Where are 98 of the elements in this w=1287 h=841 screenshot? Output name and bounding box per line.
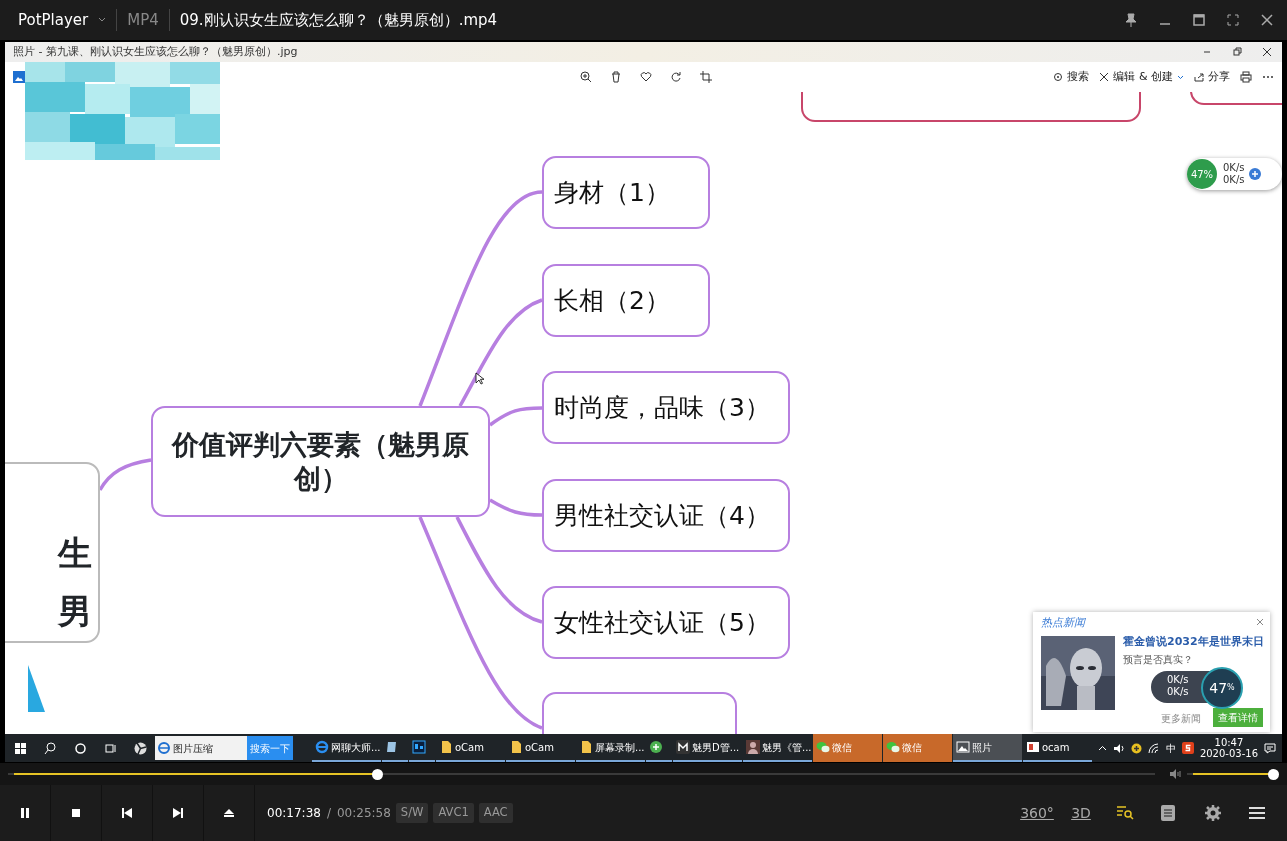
menu-icon[interactable] (1248, 804, 1266, 822)
mountain-image-icon (956, 740, 970, 754)
notification-icon[interactable] (1264, 742, 1276, 754)
next-icon[interactable] (172, 807, 184, 819)
photos-app-icon (13, 71, 25, 83)
mind-map-node: 长相（2） (542, 264, 710, 337)
add-icon[interactable] (1248, 168, 1261, 180)
add-circle-icon (649, 740, 663, 754)
codec-label: AAC (478, 803, 513, 823)
current-time: 00:17:38 (267, 805, 321, 822)
crop-icon[interactable] (700, 71, 712, 83)
wifi-icon[interactable] (1147, 742, 1160, 754)
window-title: 照片 - 第九课、刚认识女生应该怎么聊？（魅男原创）.jpg (13, 43, 298, 60)
task-view-icon[interactable] (103, 741, 117, 755)
settings-icon[interactable] (1204, 804, 1222, 822)
teaser-text: 预言是否真实？ (1123, 653, 1193, 667)
avatar-icon (746, 740, 760, 754)
triangle-shape (28, 665, 45, 712)
volume-icon[interactable] (1169, 768, 1183, 780)
previous-icon[interactable] (121, 807, 133, 819)
mind-map-node: 时尚度，品味（3） (542, 371, 790, 444)
clock-date[interactable]: 2020-03-16 (1199, 748, 1258, 760)
chevron-icon (1177, 74, 1184, 80)
toolbar-button[interactable]: 分享 (1194, 68, 1230, 86)
seek-handle[interactable] (372, 768, 384, 780)
ie-icon (315, 740, 329, 754)
playlist-search-icon[interactable] (1116, 804, 1134, 822)
headline[interactable]: 霍金曾说2032年是世界末日 (1123, 634, 1264, 651)
chevron-icon[interactable] (98, 17, 107, 23)
mode-button[interactable]: 3D (1061, 793, 1101, 833)
stop-icon[interactable] (70, 807, 82, 819)
usage-percent: 47% (1187, 159, 1217, 189)
more-news-link[interactable]: 更多新闻 (1161, 711, 1201, 726)
file-title: 09.刚认识女生应该怎么聊？（魅男原创）.mp4 (179, 9, 498, 31)
upload-speed: 0K/s (1223, 162, 1245, 174)
notepad-icon (385, 740, 399, 754)
pause-icon[interactable] (19, 807, 31, 819)
speaker-icon[interactable] (1112, 742, 1125, 754)
search-field[interactable]: 图片压缩 (155, 736, 247, 760)
taskbar-app[interactable]: 微信 (883, 734, 952, 762)
ocam-icon (1026, 740, 1040, 754)
fullscreen-icon[interactable] (1225, 12, 1241, 28)
node-label: 生 (58, 532, 92, 576)
volume-handle[interactable] (1268, 768, 1279, 780)
taskbar-app[interactable]: 照片 (953, 734, 1022, 762)
delete-icon[interactable] (610, 71, 622, 83)
ime-indicator[interactable]: 中 (1165, 740, 1176, 756)
codec-label: S/W (395, 803, 429, 823)
file-icon (579, 740, 593, 754)
chat-bubbles-icon (886, 740, 900, 754)
maximize-icon[interactable] (1191, 12, 1207, 28)
brand-label: PotPlayer (18, 9, 89, 31)
mode-button[interactable]: 360° (1017, 793, 1057, 833)
mind-map-node: 身材（1） (542, 156, 710, 229)
restore-icon[interactable] (1232, 47, 1242, 57)
node-label: 男 (58, 590, 92, 634)
upload-speed: 0K/s (1167, 674, 1189, 686)
rotate-icon[interactable] (670, 71, 682, 83)
download-speed: 0K/s (1223, 174, 1245, 186)
mind-map-node: 女性社交认证（5） (542, 586, 790, 659)
search-icon[interactable] (43, 741, 57, 755)
heart-icon[interactable] (640, 71, 652, 83)
chevron-up-icon[interactable] (1097, 745, 1107, 751)
mind-map-node: 男性社交认证（4） (542, 479, 790, 552)
popup-title: 热点新闻 (1041, 615, 1085, 631)
mind-map-node: 价值评判六要素（魅男原创） (151, 406, 490, 517)
close-icon[interactable] (1259, 12, 1275, 28)
clock-time[interactable]: 10:47 (1199, 736, 1258, 748)
s-logo-icon[interactable] (1181, 742, 1194, 754)
codec-label: AVC1 (433, 803, 474, 823)
file-icon (509, 740, 523, 754)
search-icon (1053, 72, 1064, 82)
ps-icon (412, 740, 426, 754)
zoom-in-icon[interactable] (580, 71, 592, 83)
plus-badge-icon[interactable] (1130, 742, 1142, 754)
taskbar-app[interactable]: 微信 (813, 734, 882, 762)
toolbar-button[interactable]: 编辑 & 创建 (1099, 68, 1184, 86)
connector-line (98, 458, 152, 491)
chat-bubbles-icon (816, 740, 830, 754)
cortana-icon[interactable] (73, 741, 87, 755)
time-separator: / (326, 805, 331, 822)
download-speed: 0K/s (1167, 686, 1189, 698)
ie-icon (158, 742, 170, 754)
print-icon[interactable] (1240, 71, 1252, 83)
file-icon (439, 740, 453, 754)
fan-icon[interactable] (133, 741, 147, 755)
pin-icon[interactable] (1123, 12, 1139, 28)
list-icon[interactable] (1160, 804, 1178, 822)
close-icon[interactable] (1262, 47, 1272, 57)
m-logo-icon (676, 740, 690, 754)
eject-icon[interactable] (223, 807, 235, 819)
share-icon (1194, 72, 1204, 82)
start-icon[interactable] (13, 741, 27, 755)
total-time: 00:25:58 (336, 805, 391, 822)
toolbar-button[interactable]: 搜索 (1053, 68, 1090, 86)
more-icon[interactable] (1262, 75, 1274, 79)
cursor-icon (475, 372, 484, 385)
format-label: MP4 (127, 9, 159, 31)
